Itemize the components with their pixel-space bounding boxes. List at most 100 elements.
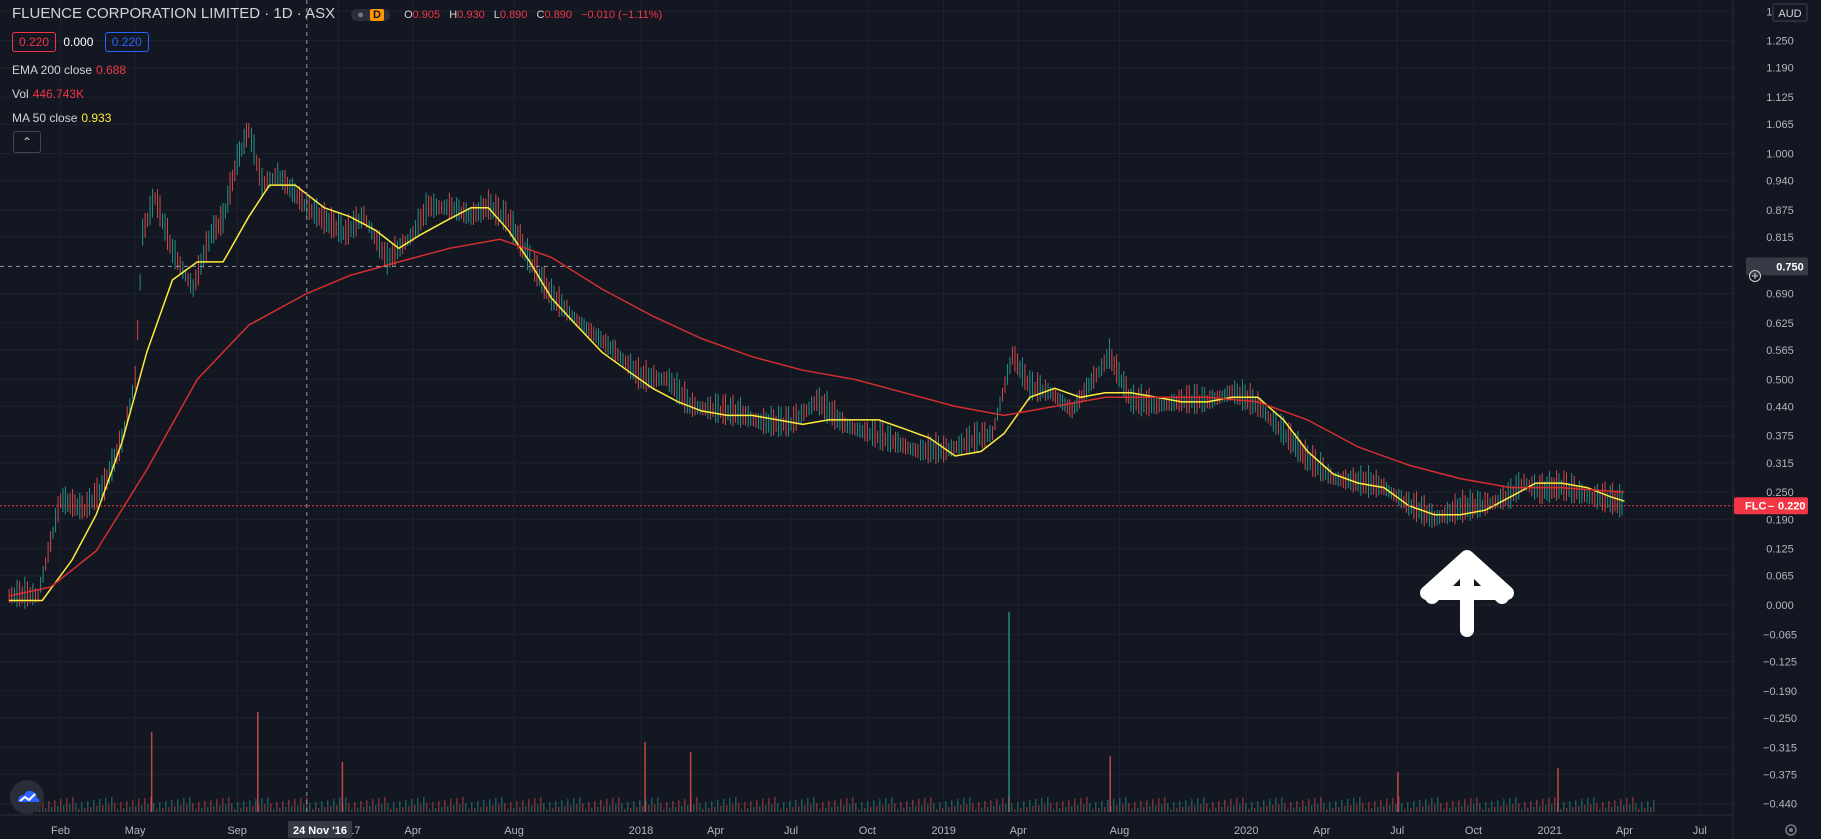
volume-bar — [675, 807, 677, 812]
volume-bar — [1014, 809, 1016, 812]
volume-bar — [396, 808, 398, 812]
volume-bar — [1314, 798, 1316, 812]
volume-bar — [75, 803, 77, 812]
volume-bar — [537, 804, 539, 812]
ask-box[interactable]: 0.220 — [104, 32, 149, 52]
volume-bar — [1107, 800, 1109, 812]
volume-bar — [429, 809, 431, 812]
volume-bar — [1521, 809, 1523, 812]
volume-bar — [1425, 799, 1427, 812]
volume-bar — [1377, 807, 1379, 812]
volume-bar — [462, 797, 464, 812]
y-tick-label: 1.250 — [1766, 36, 1794, 48]
bid-box[interactable]: 0.220 — [12, 32, 57, 52]
volume-bar — [1404, 809, 1406, 812]
indicator-ma[interactable]: MA 50 close 0.933 — [12, 111, 111, 125]
x-tick-label: Feb — [51, 825, 70, 837]
volume-bar — [1029, 800, 1031, 812]
volume-bar — [195, 809, 197, 812]
collapse-legend-button[interactable]: ⌃ — [13, 131, 41, 153]
symbol-title[interactable]: FLUENCE CORPORATION LIMITED · 1D · ASX — [12, 5, 335, 22]
volume-bar — [1275, 798, 1277, 812]
volume-bar — [507, 809, 509, 812]
volume-bar — [1083, 804, 1085, 812]
volume-bar — [300, 798, 302, 812]
volume-bar — [1611, 807, 1613, 812]
symbol-header[interactable]: FLUENCE CORPORATION LIMITED · 1D · ASX ●… — [12, 5, 662, 22]
volume-bar — [210, 800, 212, 812]
volume-bar — [78, 809, 80, 812]
volume-bar — [828, 801, 830, 812]
volume-bar — [288, 800, 290, 812]
interval-pill[interactable]: ● D — [351, 9, 390, 21]
volume-bar — [1068, 800, 1070, 812]
volume-bar — [912, 800, 914, 812]
volume-bar — [594, 801, 596, 812]
volume-bar — [1557, 803, 1559, 812]
volume-bar — [1401, 803, 1403, 812]
volume-bar — [351, 809, 353, 812]
volume-bar — [477, 801, 479, 812]
y-tick-label: 1.000 — [1766, 149, 1794, 161]
x-tick-label: May — [125, 825, 146, 837]
volume-bar — [426, 803, 428, 812]
volume-bar — [600, 800, 602, 812]
volume-bar — [234, 809, 236, 812]
volume-bar — [642, 806, 644, 812]
volume-bar — [825, 808, 827, 812]
volume-bar — [648, 805, 650, 812]
price-chart[interactable]: 1.3151.2501.1901.1251.0651.0000.9400.875… — [0, 0, 1821, 839]
volume-bar — [996, 799, 998, 812]
volume-bar — [1086, 797, 1088, 812]
volume-bar — [57, 806, 59, 812]
volume-bar — [1296, 801, 1298, 812]
volume-bar — [243, 801, 245, 812]
volume-bar — [1308, 799, 1310, 812]
volume-bar — [417, 798, 419, 812]
indicator-ema[interactable]: EMA 200 close 0.688 — [12, 63, 126, 77]
price-axis[interactable]: 1.3151.2501.1901.1251.0651.0000.9400.875… — [1763, 6, 1797, 810]
y-tick-label: −0.315 — [1763, 742, 1797, 754]
volume-bar — [1629, 804, 1631, 812]
y-tick-label: 1.065 — [1766, 119, 1794, 131]
volume-bar — [45, 808, 47, 812]
volume-bar — [81, 802, 83, 812]
volume-bar — [669, 808, 671, 812]
volume-bar — [135, 806, 137, 812]
volume-bar — [459, 804, 461, 812]
volume-bar — [1410, 808, 1412, 812]
volume-bar — [687, 805, 689, 812]
volume-bar — [834, 800, 836, 812]
volume-bar — [444, 800, 446, 812]
volume-bar — [1173, 802, 1175, 812]
x-tick-label: Apr — [1313, 825, 1330, 837]
indicator-vol[interactable]: Vol 446.743K — [12, 87, 84, 101]
volume-bar — [1002, 798, 1004, 812]
indicator-vol-label: Vol — [12, 87, 29, 101]
volume-bar — [915, 806, 917, 812]
volume-bar — [360, 801, 362, 812]
volume-bar — [1446, 802, 1448, 812]
volume-bar — [1311, 805, 1313, 812]
volume-bar — [378, 798, 380, 812]
volume-bar — [1473, 804, 1475, 812]
volume-bar — [1182, 807, 1184, 812]
volume-bar — [1047, 797, 1049, 812]
volume-bar — [1080, 798, 1082, 812]
volume-bar — [1365, 809, 1367, 812]
volume-bar — [624, 809, 626, 812]
volume-bar — [792, 807, 794, 812]
interval-badge: D — [369, 9, 384, 21]
volume-bar — [621, 803, 623, 812]
volume-bar — [1017, 802, 1019, 812]
volume-bar — [1137, 808, 1139, 812]
volume-bar — [1575, 800, 1577, 812]
volume-bar — [1584, 805, 1586, 812]
volume-bar — [918, 799, 920, 812]
volume-bar — [999, 805, 1001, 812]
tradingview-logo[interactable] — [10, 780, 44, 814]
volume-bar — [1398, 797, 1400, 812]
volume-bar — [1491, 801, 1493, 812]
volume-bar — [414, 805, 416, 812]
volume-bar — [180, 805, 182, 812]
